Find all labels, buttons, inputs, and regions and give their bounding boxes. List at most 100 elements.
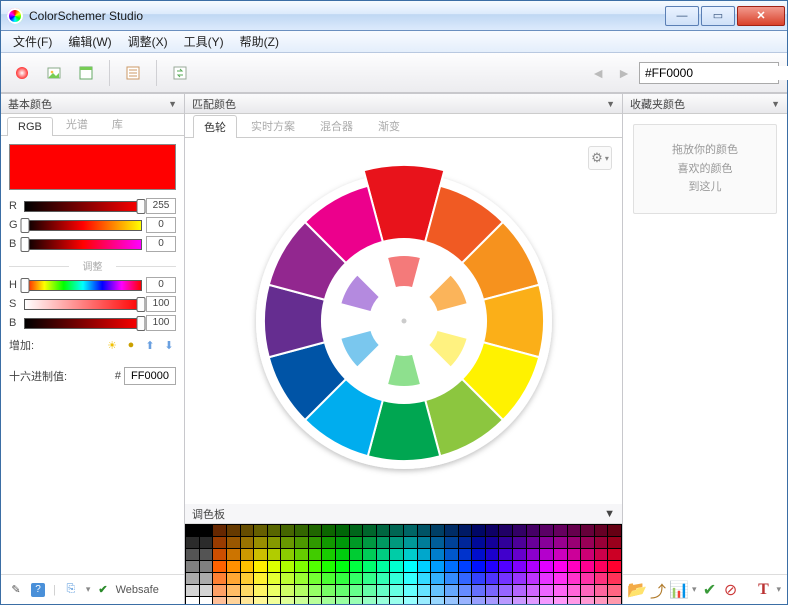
subtab-library[interactable]: 库 <box>101 112 134 135</box>
panel-title-base: 基本颜色 <box>8 96 52 112</box>
close-button[interactable]: ✕ <box>737 6 785 26</box>
panel-match-color: 匹配颜色 ▼ 色轮 实时方案 混合器 渐变 ⚙▾ <box>185 94 623 604</box>
right-footer: 📂 ⤴ 📊 ▾ ✔ ⊘ T ▾ <box>623 574 787 604</box>
sun-dim-icon[interactable]: ● <box>124 338 138 352</box>
track-b[interactable] <box>24 239 142 250</box>
toolbar-separator <box>109 60 110 86</box>
track-s[interactable] <box>24 299 142 310</box>
panel-favorites: 收藏夹颜色 ▼ 拖放你的颜色 喜欢的颜色 到这儿 📂 ⤴ 📊 ▾ ✔ ⊘ T ▾ <box>623 94 787 604</box>
value-h[interactable]: 0 <box>146 277 176 293</box>
tab-live[interactable]: 实时方案 <box>240 114 306 137</box>
hex-prefix: # <box>115 370 121 382</box>
nav-forward-icon[interactable]: ► <box>613 65 635 81</box>
chevron-down-icon: ▼ <box>604 508 615 520</box>
menu-edit[interactable]: 编辑(W) <box>60 31 119 52</box>
copy-icon[interactable]: ⎘ <box>64 583 78 597</box>
allow-icon[interactable]: ✔ <box>702 582 718 598</box>
color-wheel[interactable] <box>244 161 564 481</box>
track-g[interactable] <box>24 220 142 231</box>
text-tool-icon[interactable]: T <box>755 582 771 598</box>
favorites-dropzone[interactable]: 拖放你的颜色 喜欢的颜色 到这儿 <box>633 124 777 214</box>
websafe-label: Websafe <box>116 584 159 596</box>
subtab-rgb[interactable]: RGB <box>7 117 53 136</box>
tab-mixer[interactable]: 混合器 <box>309 114 364 137</box>
track-bv[interactable] <box>24 318 142 329</box>
slider-g[interactable]: G 0 <box>9 217 176 233</box>
fav-line3: 到这儿 <box>689 178 722 197</box>
palette-body[interactable] <box>185 524 622 604</box>
slider-h[interactable]: H 0 <box>9 277 176 293</box>
menu-tools[interactable]: 工具(Y) <box>176 31 232 52</box>
menu-file[interactable]: 文件(F) <box>5 31 60 52</box>
hex-label: 十六进制值: <box>9 368 67 384</box>
tool-swap-icon[interactable] <box>167 60 193 86</box>
value-g[interactable]: 0 <box>146 217 176 233</box>
panel-header-base[interactable]: 基本颜色 ▼ <box>1 94 184 114</box>
panel-header-match[interactable]: 匹配颜色 ▼ <box>185 94 622 114</box>
subtab-spectrum[interactable]: 光谱 <box>55 112 99 135</box>
slider-r[interactable]: R 255 <box>9 198 176 214</box>
nav-back-icon[interactable]: ◄ <box>587 65 609 81</box>
increase-label: 增加: <box>9 337 34 353</box>
panel-header-palette[interactable]: 调色板 ▼ <box>185 504 622 524</box>
chart-icon[interactable]: 📊 <box>671 582 687 598</box>
slider-s[interactable]: S 100 <box>9 296 176 312</box>
app-icon <box>7 8 23 24</box>
minimize-button[interactable]: — <box>665 6 699 26</box>
label-g: G <box>9 219 20 231</box>
tool-browser-icon[interactable] <box>73 60 99 86</box>
tab-gradient[interactable]: 渐变 <box>367 114 411 137</box>
titlebar: ColorSchemer Studio — ▭ ✕ <box>1 1 787 31</box>
color-wheel-area[interactable]: ⚙▾ <box>185 138 622 504</box>
hex-input[interactable] <box>642 66 788 80</box>
chevron-down-icon: ▼ <box>168 99 177 109</box>
menubar: 文件(F) 编辑(W) 调整(X) 工具(Y) 帮助(Z) <box>1 31 787 53</box>
fav-line2: 喜欢的颜色 <box>678 160 733 179</box>
value-r[interactable]: 255 <box>146 198 176 214</box>
slider-bv[interactable]: B 100 <box>9 315 176 331</box>
panel-title-match: 匹配颜色 <box>192 96 236 112</box>
value-bv[interactable]: 100 <box>146 315 176 331</box>
help-icon[interactable]: ? <box>31 583 45 597</box>
maximize-button[interactable]: ▭ <box>701 6 735 26</box>
tool-colorwheel-icon[interactable] <box>9 60 35 86</box>
hex-value-input[interactable] <box>124 367 176 385</box>
fav-line1: 拖放你的颜色 <box>672 141 738 160</box>
hex-display[interactable]: ▼ <box>639 62 779 84</box>
panel-base-color: 基本颜色 ▼ RGB 光谱 库 R 255 G 0 <box>1 94 185 604</box>
label-bv: B <box>9 317 20 329</box>
label-s: S <box>9 298 20 310</box>
track-h[interactable] <box>24 280 142 291</box>
label-r: R <box>9 200 20 212</box>
slider-b[interactable]: B 0 <box>9 236 176 252</box>
hex-row: 十六进制值: # <box>9 367 176 385</box>
export-icon[interactable]: ⤴ <box>650 582 666 598</box>
arrow-down-icon[interactable]: ⬇ <box>162 338 176 352</box>
folder-open-icon[interactable]: 📂 <box>629 582 645 598</box>
center-tabs: 色轮 实时方案 混合器 渐变 <box>185 114 622 138</box>
track-r[interactable] <box>24 201 142 212</box>
tool-list-icon[interactable] <box>120 60 146 86</box>
toolbar: ◄ ► ▼ <box>1 53 787 93</box>
arrow-up-icon[interactable]: ⬆ <box>143 338 157 352</box>
chevron-down-icon: ▼ <box>771 99 780 109</box>
wheel-settings-icon[interactable]: ⚙▾ <box>588 146 612 170</box>
value-b[interactable]: 0 <box>146 236 176 252</box>
increase-row: 增加: ☀ ● ⬆ ⬇ <box>9 337 176 353</box>
tab-wheel[interactable]: 色轮 <box>193 115 237 138</box>
menu-adjust[interactable]: 调整(X) <box>120 31 176 52</box>
panel-title-palette: 调色板 <box>192 506 225 522</box>
label-b: B <box>9 238 20 250</box>
forbid-icon[interactable]: ⊘ <box>723 582 739 598</box>
toolbar-separator <box>156 60 157 86</box>
left-body: R 255 G 0 B 0 调整 H 0 <box>1 136 184 391</box>
eyedropper-icon[interactable]: ✎ <box>9 583 23 597</box>
current-color-swatch[interactable] <box>9 144 176 190</box>
tool-image-icon[interactable] <box>41 60 67 86</box>
left-subtabs: RGB 光谱 库 <box>1 114 184 136</box>
value-s[interactable]: 100 <box>146 296 176 312</box>
sun-bright-icon[interactable]: ☀ <box>105 338 119 352</box>
panel-header-fav[interactable]: 收藏夹颜色 ▼ <box>623 94 787 114</box>
websafe-check-icon: ✔ <box>98 583 107 596</box>
menu-help[interactable]: 帮助(Z) <box>232 31 287 52</box>
